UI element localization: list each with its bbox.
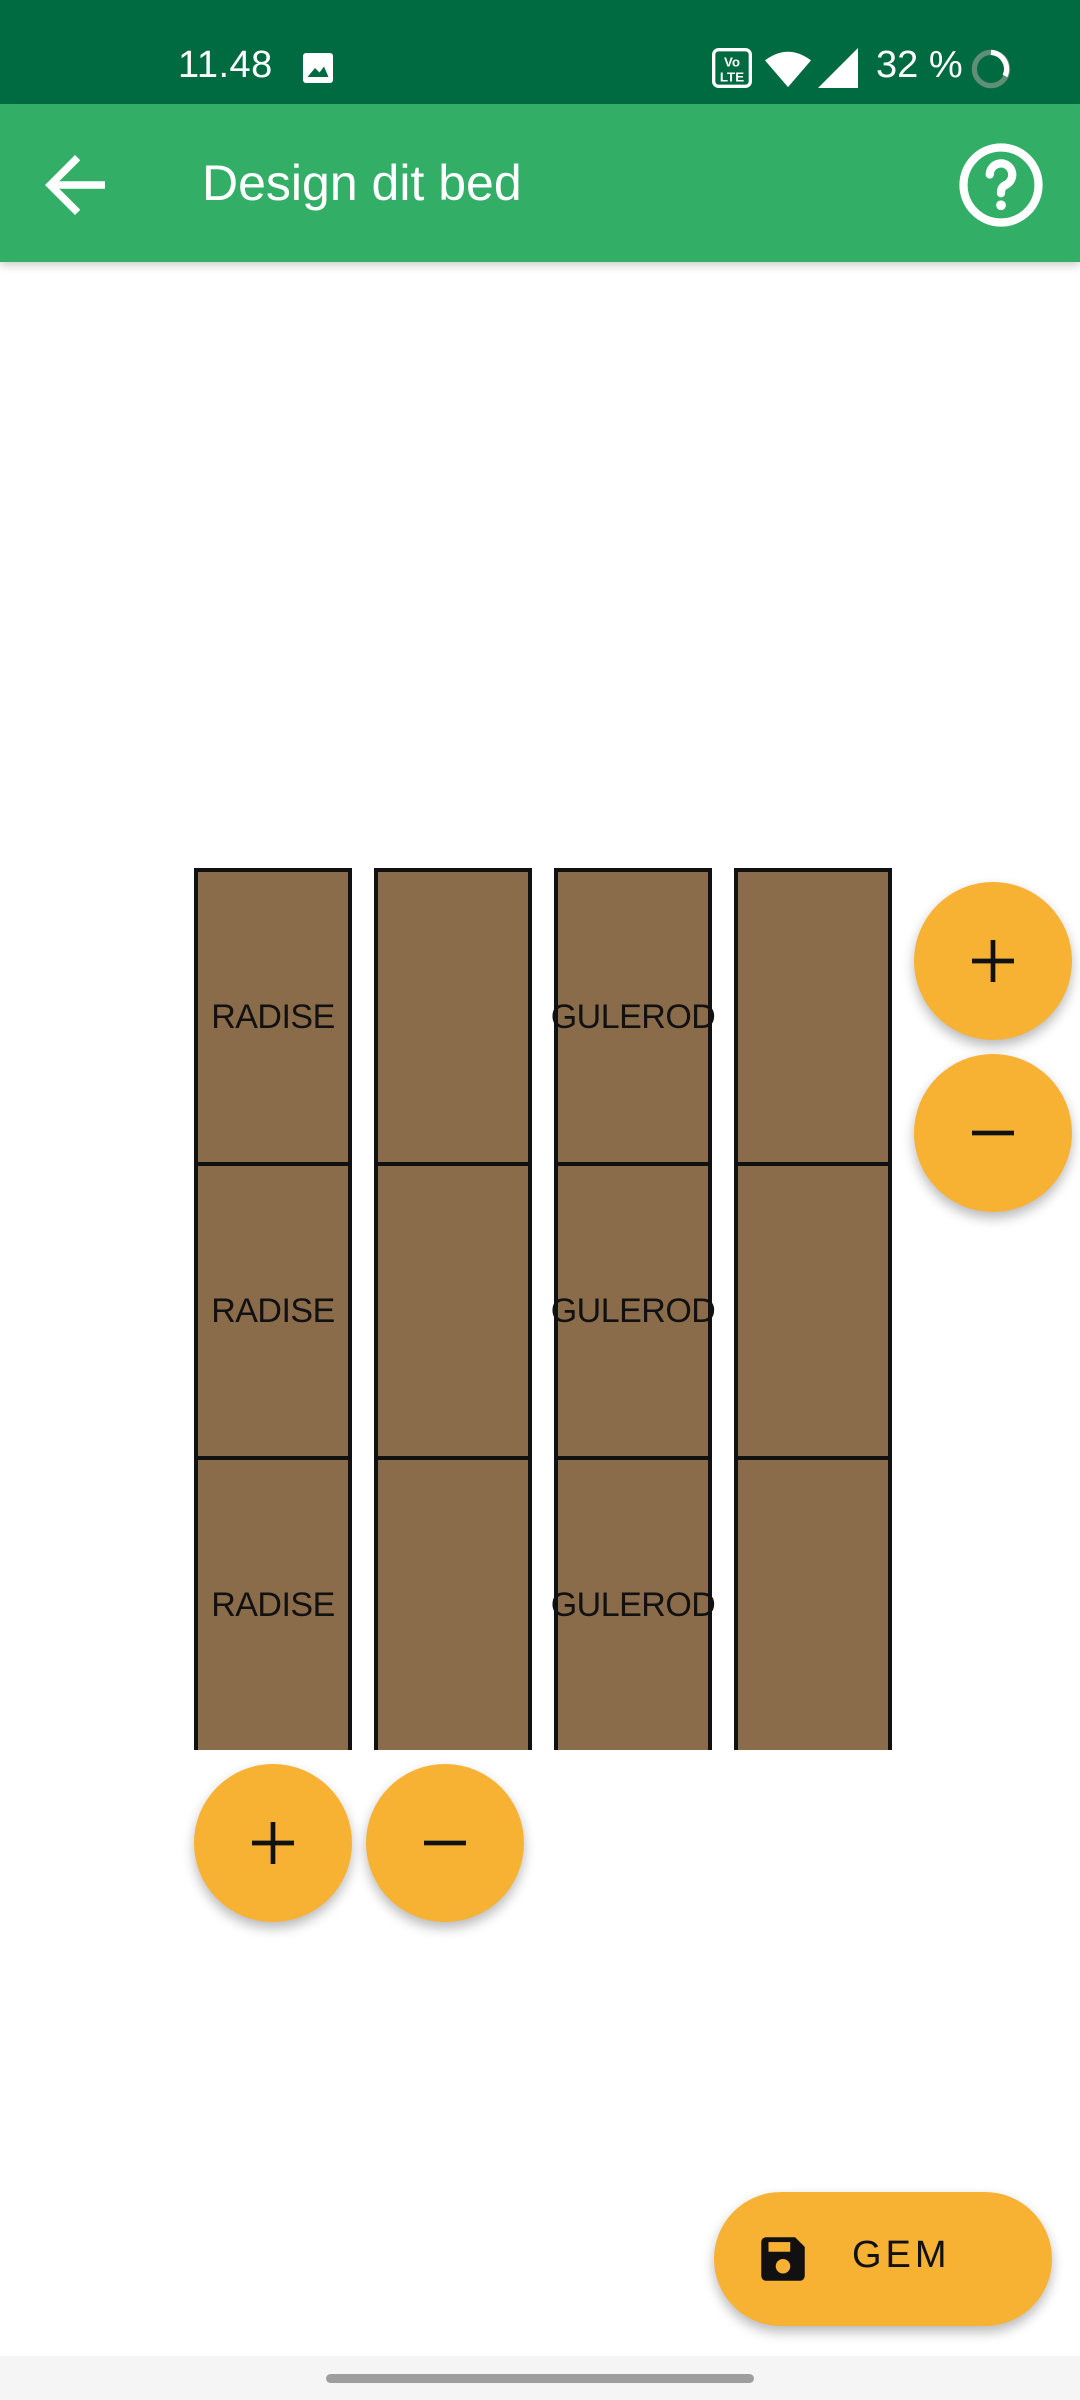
battery-percent: 32 % <box>876 44 963 86</box>
battery-icon <box>971 49 1011 89</box>
save-button[interactable]: GEM <box>714 2192 1052 2326</box>
wifi-icon <box>765 51 811 88</box>
arrow-back-icon[interactable] <box>30 140 120 230</box>
bed-cell[interactable] <box>734 868 892 1166</box>
save-icon <box>761 2237 805 2281</box>
svg-text:Vo: Vo <box>724 54 740 69</box>
garden-bed-grid: RADISE RADISE RADISE GULEROD GULEROD GUL… <box>194 868 900 1750</box>
bed-cell[interactable]: RADISE <box>194 1456 352 1750</box>
svg-text:LTE: LTE <box>720 69 744 84</box>
bed-cell[interactable]: GULEROD <box>551 1456 716 1750</box>
bed-cell[interactable] <box>734 1162 892 1460</box>
bed-cell[interactable]: GULEROD <box>551 868 716 1166</box>
minus-icon <box>424 1840 466 1846</box>
help-circle-icon[interactable] <box>956 140 1046 230</box>
home-indicator[interactable] <box>326 2374 754 2383</box>
app-bar: Design dit bed <box>0 104 1080 262</box>
system-nav-bar <box>0 2356 1080 2400</box>
add-column-button[interactable] <box>194 1764 352 1922</box>
remove-row-button[interactable] <box>914 1054 1072 1212</box>
bed-cell[interactable]: GULEROD <box>551 1162 716 1460</box>
bed-cell[interactable]: RADISE <box>194 1162 352 1460</box>
gallery-icon <box>303 53 333 83</box>
bed-column <box>374 868 538 1750</box>
bed-cell[interactable] <box>734 1456 892 1750</box>
plus-icon <box>252 1822 294 1864</box>
bed-column <box>734 868 898 1750</box>
bed-cell[interactable] <box>374 868 532 1166</box>
minus-icon <box>972 1130 1014 1136</box>
add-row-button[interactable] <box>914 882 1072 1040</box>
bed-cell[interactable] <box>374 1162 532 1460</box>
remove-column-button[interactable] <box>366 1764 524 1922</box>
status-time: 11.48 <box>178 44 273 86</box>
save-button-label: GEM <box>852 2234 951 2276</box>
bed-column: RADISE RADISE RADISE <box>194 868 358 1750</box>
plus-icon <box>972 940 1014 982</box>
signal-icon <box>818 48 858 88</box>
bed-cell[interactable]: RADISE <box>194 868 352 1166</box>
bed-cell[interactable] <box>374 1456 532 1750</box>
status-bar: 11.48 Vo LTE 32 % <box>0 0 1080 104</box>
volte-icon: Vo LTE <box>712 48 752 88</box>
bed-column: GULEROD GULEROD GULEROD <box>551 868 718 1750</box>
page-title: Design dit bed <box>202 155 522 211</box>
